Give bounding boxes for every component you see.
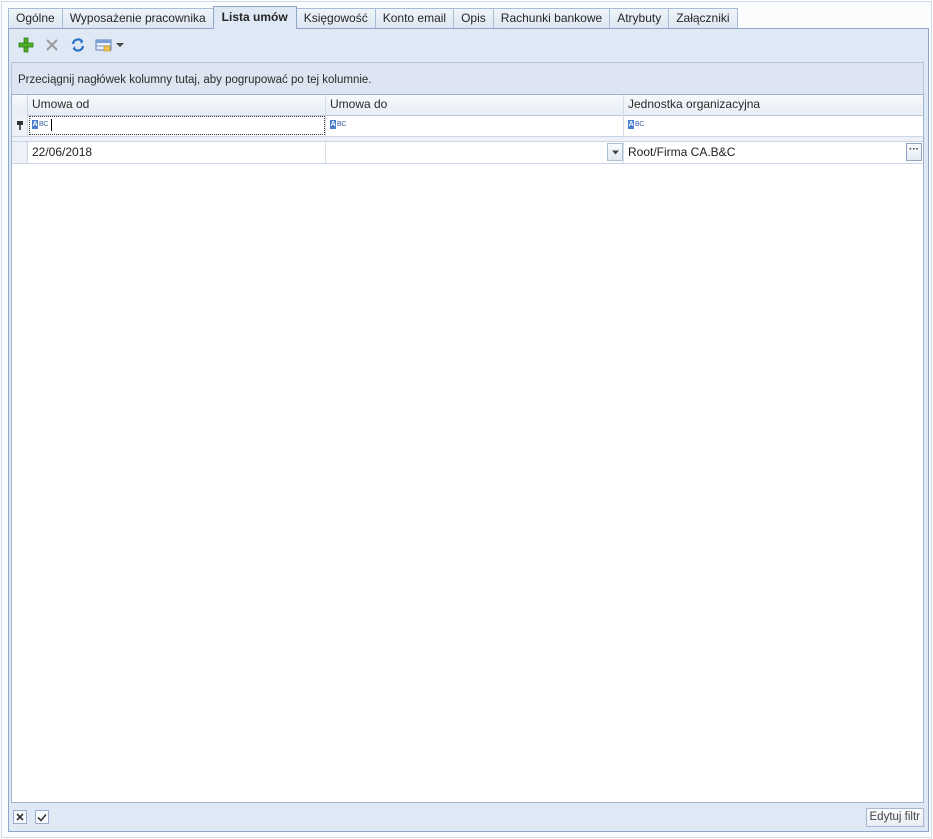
ellipsis-button[interactable]: ··· [906, 143, 922, 161]
delete-button[interactable] [41, 34, 63, 56]
tab-opis[interactable]: Opis [453, 8, 494, 28]
filter-row: A BC A BC A BC [12, 115, 923, 137]
filter-row-indicator [12, 115, 28, 136]
grid-header-row: Umowa od Umowa do Jednostka organizacyjn… [12, 95, 923, 116]
view-button[interactable] [93, 34, 115, 56]
column-header-umowa-od[interactable]: Umowa od [28, 95, 326, 115]
filter-cell-jednostka[interactable]: A BC [624, 115, 923, 136]
filter-footer: Edytuj filtr [11, 805, 924, 829]
close-icon [16, 813, 24, 821]
refresh-icon [71, 38, 85, 52]
tab-rachunki-bankowe[interactable]: Rachunki bankowe [492, 8, 611, 28]
grid-view-icon [95, 39, 112, 52]
chevron-down-icon [611, 150, 619, 154]
text-filter-icon: A BC [330, 120, 347, 130]
tab-ogolne[interactable]: Ogólne [8, 8, 63, 28]
refresh-button[interactable] [67, 34, 89, 56]
text-filter-icon: A BC [32, 120, 49, 130]
contracts-grid: Umowa od Umowa do Jednostka organizacyjn… [11, 94, 924, 803]
tab-atrybuty[interactable]: Atrybuty [609, 8, 670, 28]
filter-cell-umowa-od[interactable]: A BC [28, 115, 326, 136]
text-filter-icon: A BC [628, 120, 645, 130]
cell-jednostka[interactable]: Root/Firma CA.B&C ··· [624, 142, 923, 163]
table-row[interactable]: 22/06/2018 Root/Firma CA.B&C ··· [12, 142, 923, 164]
tab-lista-umow[interactable]: Lista umów [212, 6, 297, 29]
tab-zalaczniki[interactable]: Załączniki [668, 8, 738, 28]
checkmark-icon [37, 813, 47, 822]
tab-konto-email[interactable]: Konto email [374, 8, 455, 28]
tab-strip: Ogólne Wyposażenie pracownika Lista umów… [8, 6, 738, 29]
add-button[interactable] [15, 34, 37, 56]
view-dropdown-arrow[interactable] [115, 34, 125, 56]
toolbar [15, 33, 125, 57]
tab-ksiegowosc[interactable]: Księgowość [295, 8, 376, 28]
group-by-hint: Przeciągnij nagłówek kolumny tutaj, aby … [18, 74, 372, 86]
delete-x-icon [46, 39, 58, 51]
filter-pin-icon [17, 121, 23, 130]
text-caret [51, 118, 53, 131]
tab-content-panel: Przeciągnij nagłówek kolumny tutaj, aby … [8, 28, 929, 832]
cell-jednostka-value: Root/Firma CA.B&C [628, 145, 736, 159]
cell-umowa-do[interactable] [326, 142, 624, 163]
tab-wyposazenie[interactable]: Wyposażenie pracownika [61, 8, 214, 28]
column-header-umowa-do[interactable]: Umowa do [326, 95, 624, 115]
clear-filter-button[interactable] [13, 810, 27, 824]
edit-filter-button[interactable]: Edytuj filtr [865, 808, 924, 827]
date-dropdown-button[interactable] [607, 143, 623, 161]
row-indicator[interactable] [12, 142, 28, 163]
group-by-panel[interactable]: Przeciągnij nagłówek kolumny tutaj, aby … [11, 62, 924, 94]
filter-cell-umowa-do[interactable]: A BC [326, 115, 624, 136]
chevron-down-icon [116, 43, 124, 47]
cell-umowa-od[interactable]: 22/06/2018 [28, 142, 326, 163]
plus-icon [18, 37, 34, 53]
filter-enabled-checkbox[interactable] [35, 810, 49, 824]
column-header-jednostka[interactable]: Jednostka organizacyjna [624, 95, 923, 115]
header-indicator [12, 95, 28, 115]
